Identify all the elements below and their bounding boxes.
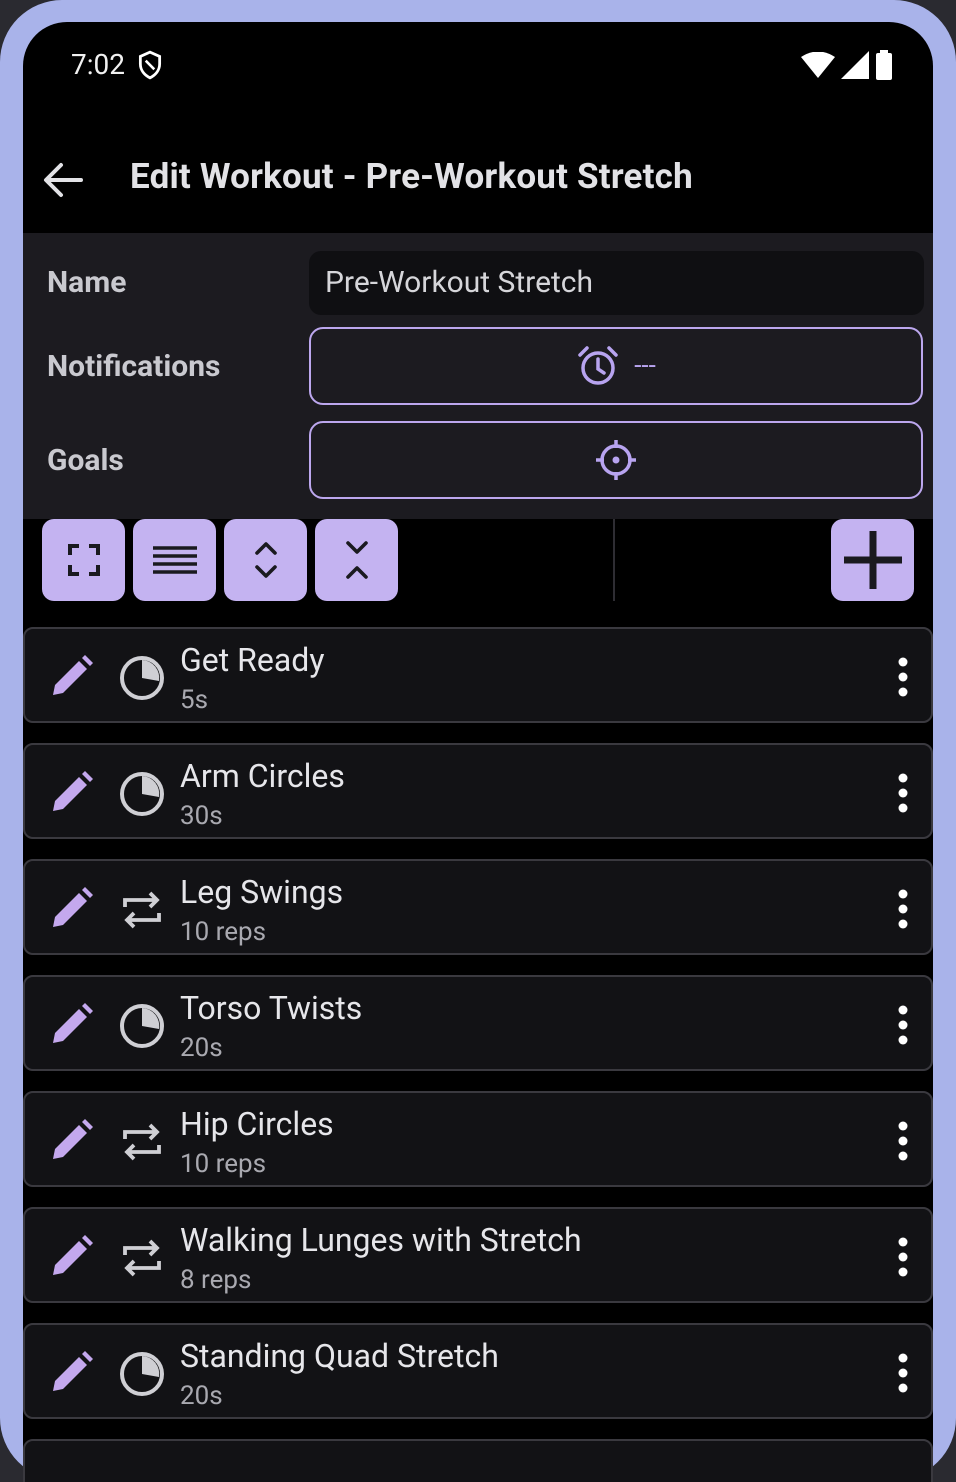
name-input[interactable]: Pre-Workout Stretch: [309, 251, 924, 315]
repeat-icon: [123, 1123, 161, 1161]
screen: 7:02 Edit Workout - Pre-Workout Stretch …: [23, 22, 933, 1482]
more-vert-icon[interactable]: [897, 657, 909, 697]
exercise-detail: 30s: [180, 801, 223, 831]
more-vert-icon[interactable]: [897, 1121, 909, 1161]
edit-icon[interactable]: [47, 767, 97, 817]
exercise-name: Standing Quad Stretch: [180, 1337, 499, 1375]
wifi-icon: [801, 52, 835, 78]
more-vert-icon[interactable]: [897, 889, 909, 929]
edit-icon[interactable]: [47, 1231, 97, 1281]
signal-icon: [841, 51, 869, 79]
edit-icon[interactable]: [47, 651, 97, 701]
goals-label: Goals: [47, 443, 124, 478]
exercise-name: Walking Lunges with Stretch: [180, 1221, 582, 1259]
exercise-name: Arm Circles: [180, 757, 345, 795]
exercise-card-hip-circles[interactable]: Hip Circles 10 reps: [23, 1091, 933, 1187]
repeat-icon: [123, 891, 161, 929]
list-icon: [152, 546, 197, 574]
app-bar: Edit Workout - Pre-Workout Stretch: [23, 132, 933, 232]
exercise-card-standing-quad-stretch[interactable]: Standing Quad Stretch 20s: [23, 1323, 933, 1419]
exercise-detail: 20s: [180, 1381, 223, 1411]
more-vert-icon[interactable]: [897, 1005, 909, 1045]
more-vert-icon[interactable]: [897, 1237, 909, 1277]
fullscreen-button[interactable]: [42, 519, 125, 601]
exercise-detail: 10 reps: [180, 917, 267, 947]
plus-icon: [843, 531, 902, 589]
page-title: Edit Workout - Pre-Workout Stretch: [130, 156, 693, 197]
exercise-name: Get Ready: [180, 641, 325, 679]
goals-button[interactable]: [309, 421, 923, 499]
exercise-detail: 5s: [180, 685, 209, 715]
alarm-clock-icon: [578, 346, 618, 385]
battery-icon: [876, 50, 892, 80]
exercise-name: Leg Swings: [180, 873, 344, 911]
expand-icon: [67, 544, 100, 576]
notifications-value: ---: [634, 351, 656, 381]
add-exercise-button[interactable]: [831, 519, 914, 601]
workout-settings-panel: Name Pre-Workout Stretch Notifications -…: [23, 233, 933, 519]
status-bar: 7:02: [23, 22, 933, 102]
edit-icon[interactable]: [47, 883, 97, 933]
list-toolbar: [23, 519, 933, 615]
exercise-detail: 8 reps: [180, 1265, 252, 1295]
name-label: Name: [47, 265, 127, 300]
back-arrow-icon[interactable]: [41, 158, 85, 202]
more-vert-icon[interactable]: [897, 773, 909, 813]
exercise-card-walking-lunges[interactable]: Walking Lunges with Stretch 8 reps: [23, 1207, 933, 1303]
exercise-name: Torso Twists: [180, 989, 363, 1027]
expand-vertical-icon: [254, 542, 277, 578]
shield-icon: [138, 50, 162, 80]
collapse-vertical-icon: [345, 541, 368, 579]
exercise-name: Hip Circles: [180, 1105, 334, 1143]
exercise-detail: 10 reps: [180, 1149, 267, 1179]
exercise-detail: 20s: [180, 1033, 223, 1063]
expand-all-button[interactable]: [224, 519, 307, 601]
more-vert-icon[interactable]: [897, 1353, 909, 1393]
edit-icon[interactable]: [47, 1347, 97, 1397]
list-view-button[interactable]: [133, 519, 216, 601]
timer-icon: [120, 1352, 164, 1396]
exercise-card-get-ready[interactable]: Get Ready 5s: [23, 627, 933, 723]
status-time: 7:02: [71, 48, 125, 81]
exercise-card-leg-swings[interactable]: Leg Swings 10 reps: [23, 859, 933, 955]
edit-icon[interactable]: [47, 999, 97, 1049]
crosshair-icon: [596, 440, 636, 480]
toolbar-divider: [613, 519, 615, 601]
timer-icon: [120, 656, 164, 700]
timer-icon: [120, 1004, 164, 1048]
exercise-card-torso-twists[interactable]: Torso Twists 20s: [23, 975, 933, 1071]
timer-icon: [120, 772, 164, 816]
system-icons: [801, 50, 893, 80]
notifications-label: Notifications: [47, 349, 221, 384]
edit-icon[interactable]: [47, 1115, 97, 1165]
notifications-button[interactable]: ---: [309, 327, 923, 405]
collapse-all-button[interactable]: [315, 519, 398, 601]
exercise-card-arm-circles[interactable]: Arm Circles 30s: [23, 743, 933, 839]
repeat-icon: [123, 1239, 161, 1277]
exercise-card-partial[interactable]: [23, 1439, 933, 1482]
